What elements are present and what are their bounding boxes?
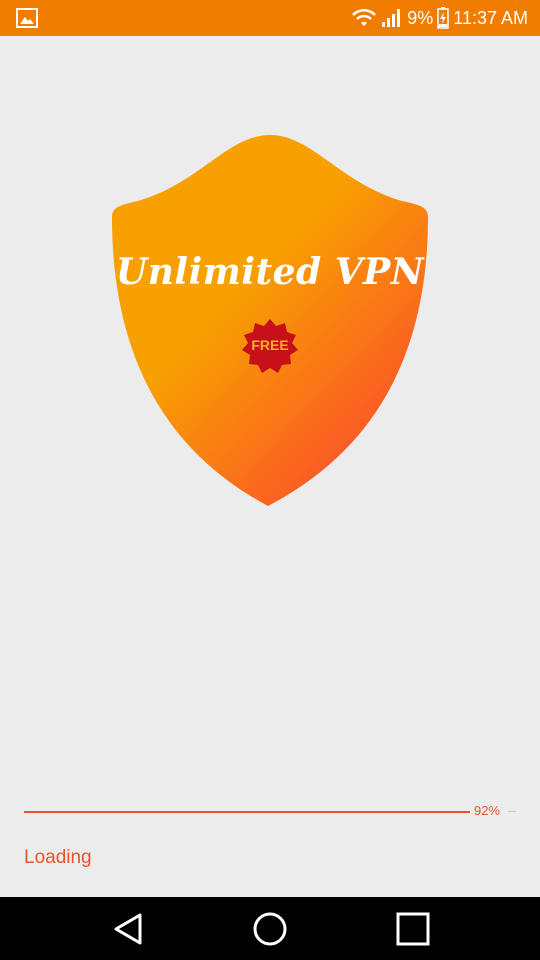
app-title: Unlimited VPN	[115, 251, 425, 293]
free-label: FREE	[251, 337, 289, 353]
status-bar: 9% 11:37 AM	[0, 0, 540, 36]
loading-progress-bar: 92%	[24, 803, 516, 818]
battery-charging-icon	[437, 7, 450, 29]
app-logo: Unlimited VPN FREE	[108, 133, 432, 508]
splash-screen: Unlimited VPN FREE 92% Loading	[0, 36, 540, 897]
home-button[interactable]	[252, 911, 288, 947]
recents-icon	[396, 912, 430, 946]
loading-text: Loading	[24, 847, 92, 868]
progress-percent: 92%	[469, 803, 504, 818]
home-icon	[253, 912, 287, 946]
wifi-icon	[351, 8, 377, 28]
signal-icon	[381, 8, 403, 28]
free-badge: FREE	[240, 317, 300, 377]
recents-button[interactable]	[395, 911, 431, 947]
clock: 11:37 AM	[453, 7, 528, 28]
back-icon	[114, 913, 142, 945]
image-notification-icon	[16, 8, 38, 28]
progress-remaining	[508, 811, 516, 812]
progress-fill	[24, 811, 472, 813]
status-icons: 9% 11:37 AM	[351, 0, 528, 36]
navigation-bar	[0, 897, 540, 960]
battery-percent: 9%	[407, 7, 434, 28]
back-button[interactable]	[110, 911, 146, 947]
